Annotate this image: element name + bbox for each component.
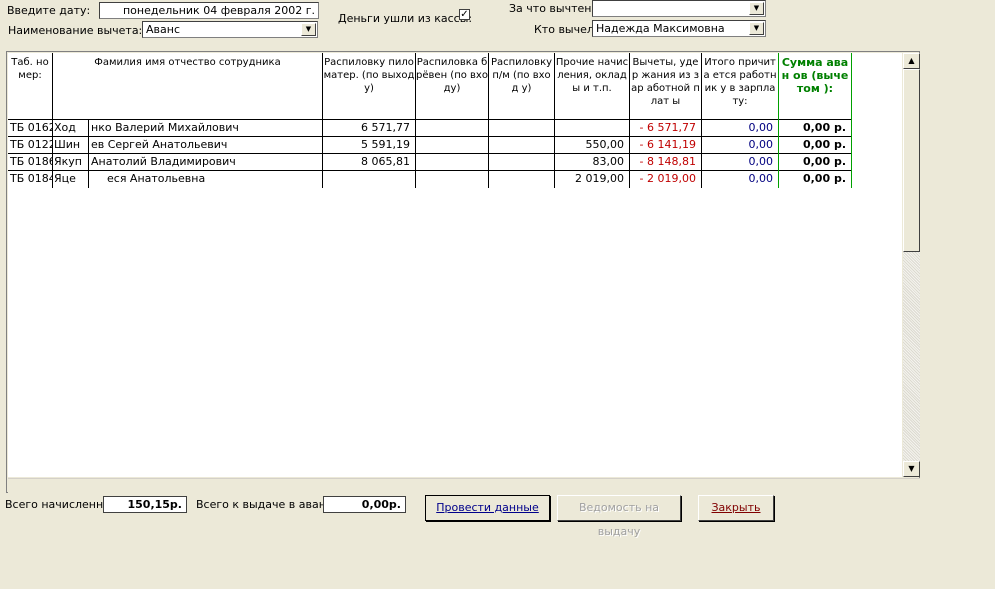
deduction-name-value: Аванс bbox=[146, 23, 180, 36]
saw-input-cell[interactable] bbox=[489, 154, 555, 171]
who-value: Надежда Максимовна bbox=[596, 22, 725, 35]
column-header-saw-input[interactable]: Распиловку п/м (по вход у) bbox=[489, 53, 555, 120]
advance-sum-cell[interactable]: 0,00 р. bbox=[779, 120, 852, 137]
name-cell-part[interactable]: Ход bbox=[53, 120, 89, 137]
saw-output-cell[interactable]: 5 591,19 bbox=[323, 137, 416, 154]
total-due-cell[interactable]: 0,00 bbox=[702, 154, 779, 171]
grid-area[interactable]: Таб. номер: Фамилия имя отчество сотрудн… bbox=[8, 53, 902, 477]
saw-output-cell[interactable]: 6 571,77 bbox=[323, 120, 416, 137]
total-advance-label: Всего к выдаче в аванс: bbox=[196, 498, 336, 511]
advance-sum-cell[interactable]: 0,00 р. bbox=[779, 171, 852, 188]
checkmark-icon: ✓ bbox=[460, 9, 469, 20]
total-due-cell[interactable]: 0,00 bbox=[702, 171, 779, 188]
name-cell-part[interactable]: Якуп bbox=[53, 154, 89, 171]
saw-input-cell[interactable] bbox=[489, 137, 555, 154]
name-cell[interactable]: ев Сергей Анатольевич bbox=[89, 137, 323, 154]
saw-logs-cell[interactable] bbox=[416, 120, 489, 137]
deductions-cell[interactable]: - 6 571,77 bbox=[630, 120, 702, 137]
column-header-saw-output[interactable]: Распиловку пило матер. (по выход у) bbox=[323, 53, 416, 120]
deduction-name-label: Наименование вычета: bbox=[8, 24, 143, 37]
column-header-name[interactable]: Фамилия имя отчество сотрудника bbox=[53, 53, 323, 120]
deductions-cell[interactable]: - 6 141,19 bbox=[630, 137, 702, 154]
total-due-cell[interactable]: 0,00 bbox=[702, 120, 779, 137]
table-row[interactable]: ТБ 0162 Ход нко Валерий Михайлович 6 571… bbox=[8, 120, 852, 137]
close-button[interactable]: Закрыть bbox=[698, 495, 774, 521]
deduction-name-combo[interactable]: Аванс ▼ bbox=[142, 21, 318, 38]
name-cell-part[interactable]: Яце bbox=[53, 171, 89, 188]
statement-button[interactable]: Ведомость на выдачу bbox=[557, 495, 681, 538]
column-header-advance-sum[interactable]: Сумма аван ов (вычетом ): bbox=[779, 53, 852, 120]
saw-logs-cell[interactable] bbox=[416, 154, 489, 171]
column-header-other[interactable]: Прочие начис ления, оклад ы и т.п. bbox=[555, 53, 630, 120]
name-cell[interactable]: нко Валерий Михайлович bbox=[89, 120, 323, 137]
total-advance-value: 0,00р. bbox=[323, 496, 406, 513]
saw-logs-cell[interactable] bbox=[416, 137, 489, 154]
date-label: Введите дату: bbox=[7, 4, 91, 17]
reason-combo[interactable]: ▼ bbox=[592, 0, 766, 17]
reason-label: За что вычтено: bbox=[509, 2, 602, 15]
table-row[interactable]: ТБ 0184 Яце еся Анатольевна 2 019,00 - 2… bbox=[8, 171, 852, 188]
arrow-down-icon[interactable]: ▼ bbox=[903, 461, 920, 477]
name-cell[interactable]: Анатолий Владимирович bbox=[89, 154, 323, 171]
column-header-saw-logs[interactable]: Распиловка б рёвен (по вхо ду) bbox=[416, 53, 489, 120]
grid-bottom-strip bbox=[8, 478, 920, 493]
triangle-down-icon[interactable]: ▼ bbox=[749, 2, 764, 15]
date-field[interactable]: понедельник 04 февраля 2002 г. bbox=[99, 2, 319, 19]
tab-number-cell[interactable]: ТБ 0184 bbox=[8, 171, 53, 188]
column-header-tab[interactable]: Таб. номер: bbox=[8, 53, 53, 120]
advance-column-left-border bbox=[778, 53, 779, 188]
arrow-up-icon[interactable]: ▲ bbox=[903, 53, 920, 69]
other-cell[interactable]: 83,00 bbox=[555, 154, 630, 171]
other-cell[interactable]: 2 019,00 bbox=[555, 171, 630, 188]
other-cell[interactable]: 550,00 bbox=[555, 137, 630, 154]
advance-sum-cell[interactable]: 0,00 р. bbox=[779, 137, 852, 154]
column-header-total-due[interactable]: Итого причита ется работник у в зарплату… bbox=[702, 53, 779, 120]
deductions-cell[interactable]: - 8 148,81 bbox=[630, 154, 702, 171]
tab-number-cell[interactable]: ТБ 0186 bbox=[8, 154, 53, 171]
tab-number-cell[interactable]: ТБ 0162 bbox=[8, 120, 53, 137]
triangle-down-icon[interactable]: ▼ bbox=[749, 22, 764, 35]
total-due-cell[interactable]: 0,00 bbox=[702, 137, 779, 154]
table-row[interactable]: ТБ 0186 Якуп Анатолий Владимирович 8 065… bbox=[8, 154, 852, 171]
saw-output-cell[interactable] bbox=[323, 171, 416, 188]
saw-input-cell[interactable] bbox=[489, 171, 555, 188]
saw-logs-cell[interactable] bbox=[416, 171, 489, 188]
total-accrued-value: 150,15р. bbox=[103, 496, 187, 513]
who-combo[interactable]: Надежда Максимовна ▼ bbox=[592, 20, 766, 37]
post-data-button[interactable]: Провести данные bbox=[425, 495, 550, 521]
cash-out-checkbox[interactable]: ✓ bbox=[459, 9, 470, 20]
saw-output-cell[interactable]: 8 065,81 bbox=[323, 154, 416, 171]
employee-grid[interactable]: Таб. номер: Фамилия имя отчество сотрудн… bbox=[6, 51, 920, 493]
total-accrued-label: Всего начисленно: bbox=[5, 498, 114, 511]
name-cell[interactable]: еся Анатольевна bbox=[89, 171, 323, 188]
triangle-down-icon[interactable]: ▼ bbox=[301, 23, 316, 36]
table-row[interactable]: ТБ 0122 Шин ев Сергей Анатольевич 5 591,… bbox=[8, 137, 852, 154]
column-header-deductions[interactable]: Вычеты, удер жания из зар аботной плат ы bbox=[630, 53, 702, 120]
advance-column-right-border bbox=[851, 53, 852, 188]
other-cell[interactable] bbox=[555, 120, 630, 137]
tab-number-cell[interactable]: ТБ 0122 bbox=[8, 137, 53, 154]
deductions-cell[interactable]: - 2 019,00 bbox=[630, 171, 702, 188]
advance-sum-cell[interactable]: 0,00 р. bbox=[779, 154, 852, 171]
saw-input-cell[interactable] bbox=[489, 120, 555, 137]
cash-out-label: Деньги ушли из кассы: bbox=[338, 12, 473, 25]
scrollbar-thumb[interactable] bbox=[903, 69, 920, 252]
who-label: Кто вычел: bbox=[534, 23, 598, 36]
vertical-scrollbar[interactable]: ▲ ▼ bbox=[903, 53, 920, 477]
name-cell-part[interactable]: Шин bbox=[53, 137, 89, 154]
